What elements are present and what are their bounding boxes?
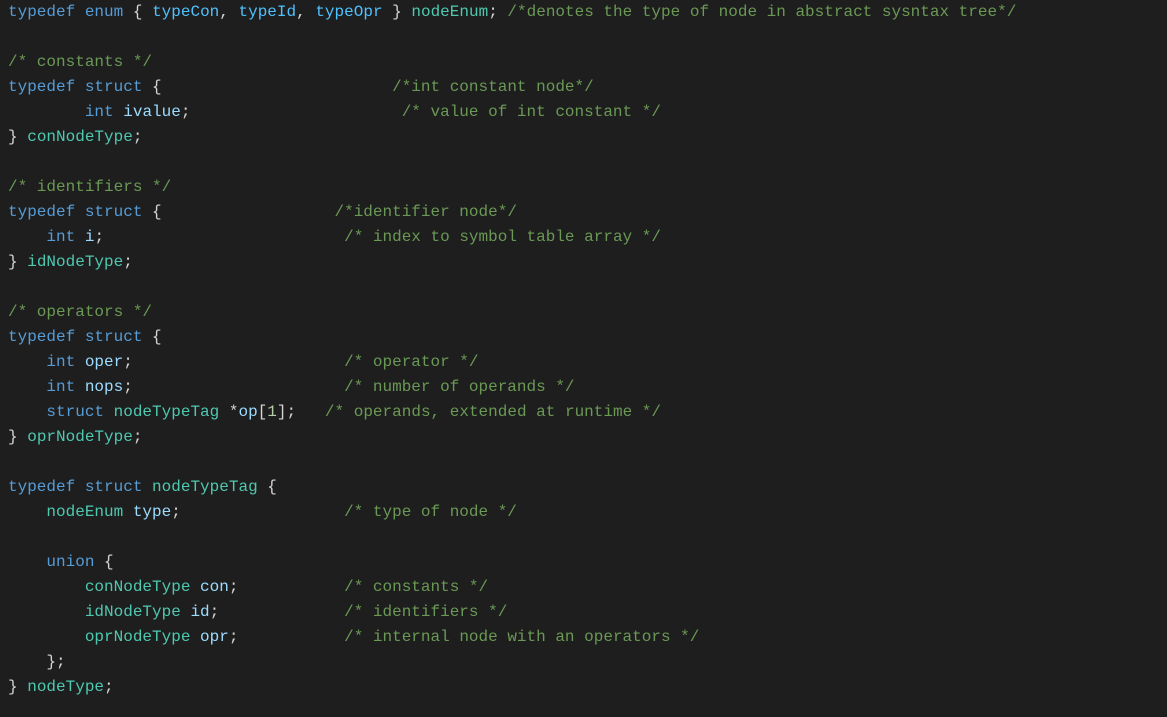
code-line: }; (8, 653, 66, 671)
code-line: typedef struct { /*int constant node*/ (8, 78, 594, 96)
code-line: oprNodeType opr; /* internal node with a… (8, 628, 699, 646)
code-line: typedef enum { typeCon, typeId, typeOpr … (8, 3, 1016, 21)
code-line: } idNodeType; (8, 253, 133, 271)
code-line: idNodeType id; /* identifiers */ (8, 603, 507, 621)
code-line: union { (8, 553, 114, 571)
code-line: } conNodeType; (8, 128, 142, 146)
code-line: /* operators */ (8, 303, 152, 321)
code-line: } oprNodeType; (8, 428, 142, 446)
code-line: int oper; /* operator */ (8, 353, 479, 371)
code-line: /* constants */ (8, 53, 152, 71)
code-line: int ivalue; /* value of int constant */ (8, 103, 661, 121)
code-line: typedef struct { (8, 328, 162, 346)
code-line: typedef struct nodeTypeTag { (8, 478, 277, 496)
code-line: /* identifiers */ (8, 178, 171, 196)
code-line: conNodeType con; /* constants */ (8, 578, 488, 596)
code-editor[interactable]: typedef enum { typeCon, typeId, typeOpr … (8, 0, 1159, 700)
code-line: struct nodeTypeTag *op[1]; /* operands, … (8, 403, 661, 421)
code-line: } nodeType; (8, 678, 114, 696)
code-line: nodeEnum type; /* type of node */ (8, 503, 517, 521)
code-line: int i; /* index to symbol table array */ (8, 228, 661, 246)
code-line: typedef struct { /*identifier node*/ (8, 203, 517, 221)
code-line: int nops; /* number of operands */ (8, 378, 575, 396)
